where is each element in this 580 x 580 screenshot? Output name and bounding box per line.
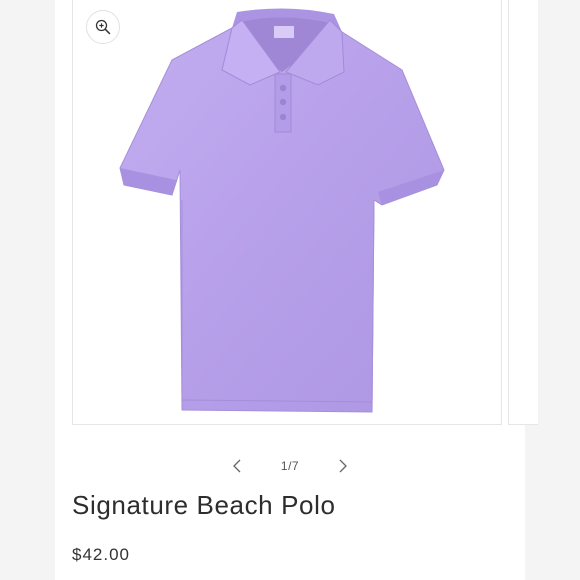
previous-image-button[interactable]	[225, 452, 249, 480]
zoom-button[interactable]	[86, 10, 120, 44]
product-title: Signature Beach Polo	[72, 490, 336, 520]
chevron-right-icon	[339, 459, 347, 473]
next-media-peek[interactable]	[508, 0, 538, 425]
product-image[interactable]	[72, 0, 502, 425]
next-image-button[interactable]	[331, 452, 355, 480]
gallery-counter: 1/7	[280, 459, 300, 473]
chevron-left-icon	[233, 459, 241, 473]
gallery-pager: 1/7	[225, 452, 355, 480]
product-price: $42.00	[72, 545, 130, 564]
zoom-in-icon	[95, 19, 111, 35]
